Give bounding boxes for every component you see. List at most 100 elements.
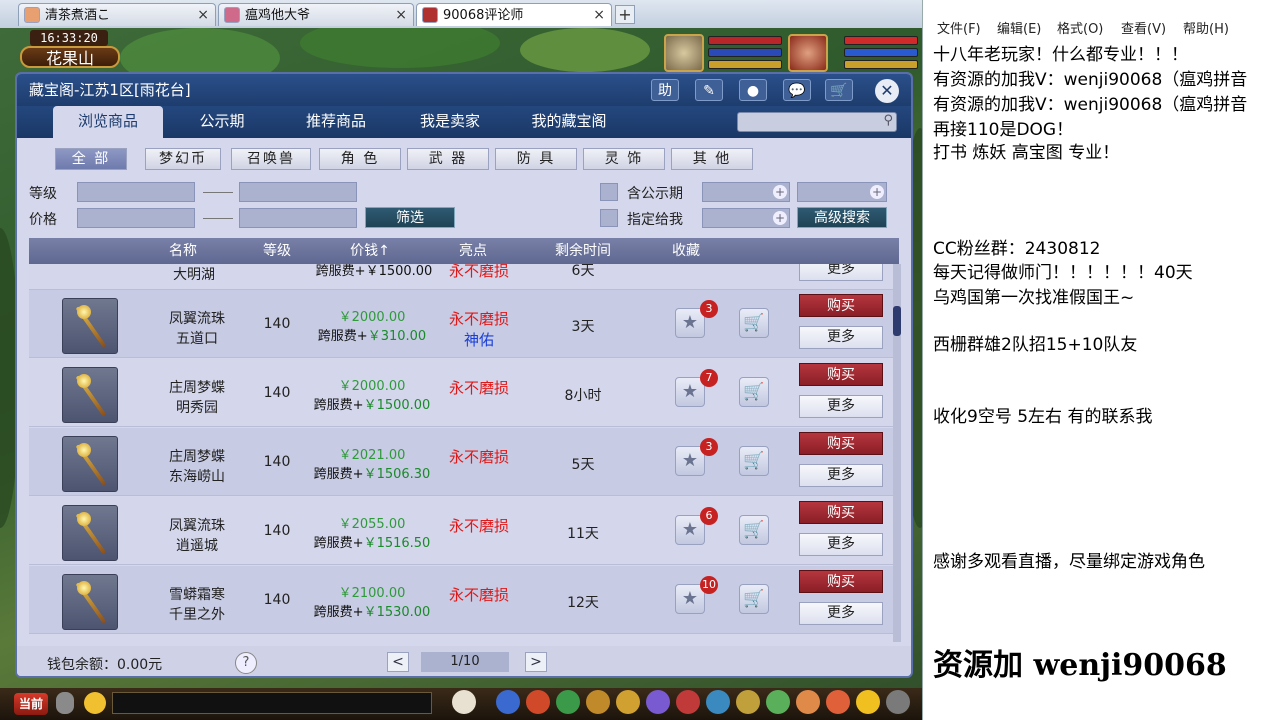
more-button[interactable]: 更多: [799, 395, 883, 418]
settings-icon[interactable]: [886, 690, 910, 714]
cart-icon[interactable]: 🛒: [739, 308, 769, 338]
menu-edit[interactable]: 编辑(E): [997, 18, 1041, 37]
tab-my-pavilion[interactable]: 我的藏宝阁: [509, 106, 629, 138]
category-armor[interactable]: 防 具: [495, 148, 577, 170]
category-other[interactable]: 其 他: [671, 148, 753, 170]
microphone-icon[interactable]: [56, 692, 74, 714]
browser-tab-1[interactable]: 清茶煮酒こ ×: [18, 3, 216, 26]
browser-tab-2[interactable]: 瘟鸡他大爷 ×: [218, 3, 414, 26]
public-select[interactable]: +: [702, 182, 790, 202]
gift-icon[interactable]: [826, 690, 850, 714]
weapon-icon[interactable]: [62, 436, 118, 492]
team-icon[interactable]: [556, 690, 580, 714]
item-icon[interactable]: [526, 690, 550, 714]
tab-public[interactable]: 公示期: [167, 106, 277, 138]
tab-recommended[interactable]: 推荐商品: [281, 106, 391, 138]
menu-help[interactable]: 帮助(H): [1183, 18, 1229, 37]
public-checkbox[interactable]: [600, 183, 618, 201]
item-time: 12天: [567, 595, 599, 611]
shop-icon[interactable]: [676, 690, 700, 714]
prev-page-button[interactable]: <: [387, 652, 409, 672]
more-button[interactable]: 更多: [799, 264, 883, 281]
edit-icon[interactable]: ✎: [695, 79, 723, 101]
chat-icon[interactable]: 💬: [783, 79, 811, 101]
designated-checkbox[interactable]: [600, 209, 618, 227]
tab-close-icon[interactable]: ×: [197, 4, 209, 27]
weapon-icon[interactable]: [62, 505, 118, 561]
search-icon[interactable]: ⚲: [883, 113, 893, 128]
col-time[interactable]: 剩余时间: [533, 238, 633, 264]
cart-icon[interactable]: 🛒: [739, 584, 769, 614]
help-icon[interactable]: 助: [651, 79, 679, 101]
advanced-search-button[interactable]: 高级搜索: [797, 207, 887, 228]
category-accessories[interactable]: 灵 饰: [583, 148, 665, 170]
pet-icon[interactable]: [452, 690, 476, 714]
tab-close-icon[interactable]: ×: [593, 4, 605, 27]
menu-view[interactable]: 查看(V): [1121, 18, 1166, 37]
browser-tab-3[interactable]: 90068评论师 ×: [416, 3, 612, 26]
col-price[interactable]: 价钱↑: [325, 238, 415, 264]
category-characters[interactable]: 角 色: [319, 148, 401, 170]
quest-icon[interactable]: [616, 690, 640, 714]
new-tab-button[interactable]: +: [615, 5, 635, 24]
mail-icon[interactable]: [706, 690, 730, 714]
menu-file[interactable]: 文件(F): [937, 18, 981, 37]
more-button[interactable]: 更多: [799, 602, 883, 625]
pet-portrait[interactable]: [664, 34, 704, 72]
menu-format[interactable]: 格式(O): [1057, 18, 1103, 37]
emoji-icon[interactable]: [84, 692, 106, 714]
item-price: ￥2055.00 跨服费+￥1516.50: [307, 513, 437, 551]
category-pets[interactable]: 召唤兽: [231, 148, 311, 170]
player-portrait[interactable]: [788, 34, 828, 72]
weapon-icon[interactable]: [62, 298, 118, 354]
more-button[interactable]: 更多: [799, 533, 883, 556]
peach-icon[interactable]: [796, 690, 820, 714]
category-all[interactable]: 全 部: [55, 148, 127, 170]
next-page-button[interactable]: >: [525, 652, 547, 672]
chat-channel-button[interactable]: 当前: [14, 693, 48, 715]
buy-button[interactable]: 购买: [799, 363, 883, 386]
tab-browse[interactable]: 浏览商品: [53, 106, 163, 138]
buy-button[interactable]: 购买: [799, 570, 883, 593]
close-window-button[interactable]: ✕: [875, 79, 899, 103]
weapon-icon[interactable]: [62, 574, 118, 630]
level-min-input[interactable]: [77, 182, 195, 202]
tab-seller[interactable]: 我是卖家: [395, 106, 505, 138]
category-gold[interactable]: 梦幻币: [145, 148, 221, 170]
plus-icon[interactable]: +: [773, 211, 787, 225]
table-scrollbar[interactable]: [893, 264, 901, 642]
record-icon[interactable]: ●: [739, 79, 767, 101]
buy-button[interactable]: 购买: [799, 294, 883, 317]
buy-button[interactable]: 购买: [799, 501, 883, 524]
price-max-input[interactable]: [239, 208, 357, 228]
buy-button[interactable]: 购买: [799, 432, 883, 455]
cart-icon[interactable]: 🛒: [825, 79, 853, 101]
plus-icon[interactable]: +: [870, 185, 884, 199]
tab-close-icon[interactable]: ×: [395, 4, 407, 27]
public-select-2[interactable]: +: [797, 182, 887, 202]
more-button[interactable]: 更多: [799, 464, 883, 487]
cart-icon[interactable]: 🛒: [739, 446, 769, 476]
more-button[interactable]: 更多: [799, 326, 883, 349]
gang-icon[interactable]: [646, 690, 670, 714]
cart-icon[interactable]: 🛒: [739, 515, 769, 545]
designated-select[interactable]: +: [702, 208, 790, 228]
filter-button[interactable]: 筛选: [365, 207, 455, 228]
help-icon[interactable]: ?: [235, 652, 257, 674]
map-icon[interactable]: [766, 690, 790, 714]
plus-icon[interactable]: +: [773, 185, 787, 199]
search-input[interactable]: ⚲: [737, 112, 897, 132]
bell-icon[interactable]: [736, 690, 760, 714]
scrollbar-thumb[interactable]: [893, 306, 901, 336]
level-max-input[interactable]: [239, 182, 357, 202]
smile-icon[interactable]: [856, 690, 880, 714]
friend-icon[interactable]: [586, 690, 610, 714]
weapon-icon[interactable]: [62, 367, 118, 423]
chat-input[interactable]: [112, 692, 432, 714]
skill-icon[interactable]: [496, 690, 520, 714]
col-name[interactable]: 名称: [139, 238, 227, 264]
price-min-input[interactable]: [77, 208, 195, 228]
cart-icon[interactable]: 🛒: [739, 377, 769, 407]
category-weapons[interactable]: 武 器: [407, 148, 489, 170]
col-level[interactable]: 等级: [237, 238, 317, 264]
